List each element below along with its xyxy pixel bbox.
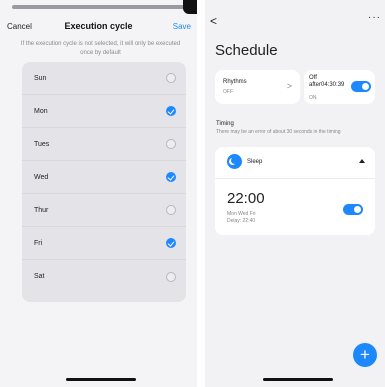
day-row-sat[interactable]: Sat — [22, 260, 186, 293]
day-row-mon[interactable]: Mon — [22, 95, 186, 128]
checkbox-icon[interactable] — [166, 271, 176, 282]
rhythms-status: OFF — [223, 89, 233, 95]
execution-cycle-panel: Cancel Execution cycle Save If the execu… — [0, 0, 197, 387]
execution-hint: If the execution cycle is not selected, … — [20, 41, 181, 56]
day-row-fri[interactable]: Fri — [22, 227, 186, 260]
more-options-icon[interactable]: ··· — [368, 12, 381, 23]
moon-icon — [227, 154, 242, 169]
timer-days: Mon Wed Fri — [227, 211, 256, 217]
add-timer-button[interactable]: + — [353, 343, 377, 367]
sleep-timer-card[interactable]: Sleep 22:00 Mon Wed Fri Delay: 22:40 — [215, 147, 375, 235]
day-row-sun[interactable]: Sun — [22, 62, 186, 95]
day-label: Wed — [34, 173, 49, 181]
checkmark-icon[interactable] — [166, 106, 176, 116]
day-label: Tues — [34, 140, 50, 148]
rhythms-card[interactable]: Rhythms OFF > — [215, 70, 300, 104]
day-row-wed[interactable]: Wed — [22, 161, 186, 194]
day-list: Sun Mon Tues Wed Thur Fri Sat — [22, 62, 186, 302]
schedule-panel: < ··· Schedule Rhythms OFF > Off after04… — [205, 0, 385, 387]
schedule-title: Schedule — [215, 42, 278, 59]
timer-delay: Delay: 22:40 — [227, 218, 256, 224]
execution-cycle-header: Cancel Execution cycle Save — [0, 21, 197, 36]
checkmark-icon[interactable] — [166, 238, 176, 248]
timing-note: There may be an error of about 30 second… — [216, 129, 341, 135]
checkbox-icon[interactable] — [166, 139, 176, 149]
day-label: Sat — [34, 273, 45, 280]
back-chevron-icon[interactable]: < — [210, 14, 217, 28]
status-strip — [12, 5, 190, 9]
off-after-toggle[interactable] — [351, 81, 371, 92]
day-label: Thur — [34, 206, 49, 214]
collapse-caret-icon[interactable] — [359, 159, 365, 163]
day-label: Sun — [34, 74, 47, 82]
panel-divider — [197, 0, 205, 387]
checkbox-icon[interactable] — [166, 73, 176, 83]
home-indicator[interactable] — [66, 378, 136, 381]
save-button[interactable]: Save — [173, 22, 191, 31]
timer-time: 22:00 — [227, 190, 265, 207]
timing-heading: Timing — [216, 121, 234, 127]
checkbox-icon[interactable] — [166, 205, 176, 215]
day-label: Mon — [34, 107, 48, 115]
off-after-card[interactable]: Off after04:30:39 ON — [304, 70, 375, 104]
sleep-label: Sleep — [247, 159, 263, 165]
day-row-tues[interactable]: Tues — [22, 128, 186, 161]
day-row-thur[interactable]: Thur — [22, 194, 186, 227]
chevron-right-icon: > — [286, 81, 292, 91]
home-indicator[interactable] — [263, 378, 333, 381]
card-divider — [215, 178, 375, 179]
off-after-status: ON — [309, 95, 317, 101]
day-label: Fri — [34, 239, 43, 247]
rhythms-title: Rhythms — [223, 79, 247, 85]
corner-decoration — [183, 0, 197, 14]
page-title: Execution cycle — [64, 21, 133, 31]
checkmark-icon[interactable] — [166, 172, 176, 182]
sleep-timer-toggle[interactable] — [343, 204, 363, 215]
off-after-title: Off after04:30:39 — [309, 75, 345, 88]
